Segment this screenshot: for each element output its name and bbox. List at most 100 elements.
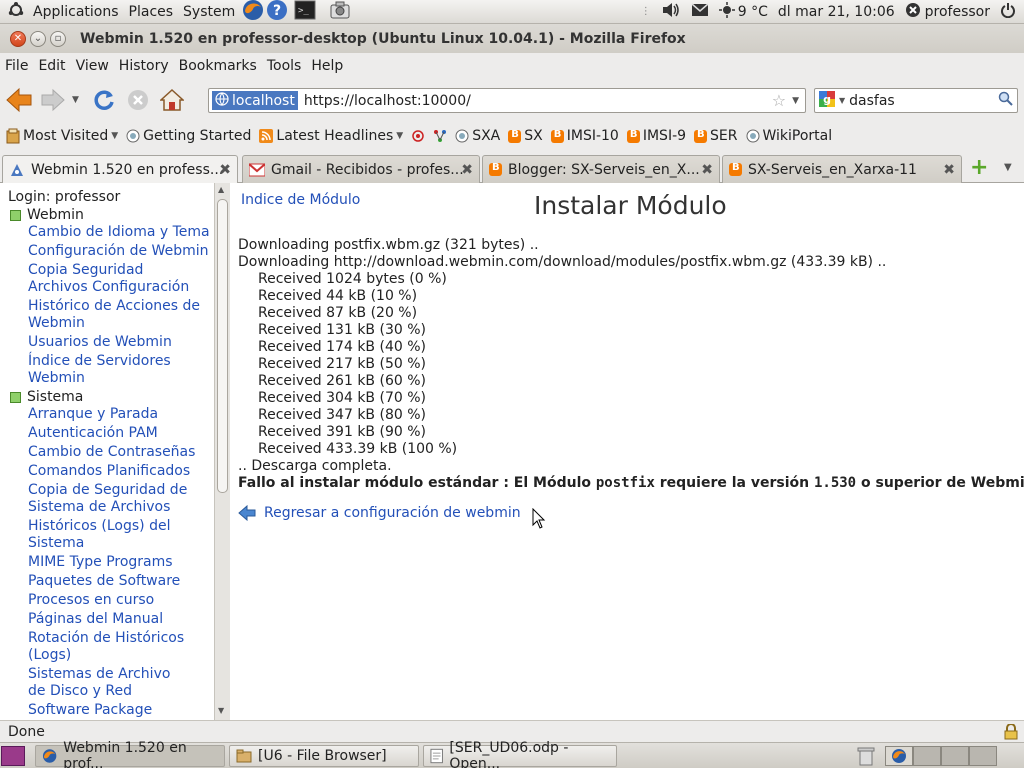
category-toggle-icon[interactable] [10,209,21,221]
bookmark-network-icon[interactable] [433,129,447,143]
bookmark-wikiportal[interactable]: WikiPortal [746,128,832,144]
module-link[interactable]: Rotación de Históricos (Logs) [28,629,188,665]
scroll-up-icon[interactable]: ▲ [218,185,224,194]
clock[interactable]: dl mar 21, 10:06 [778,4,895,20]
module-link[interactable]: Índice de Servidores Webmin [28,352,178,388]
module-link[interactable]: Configuración de Webmin [28,242,214,261]
system-menu[interactable]: System [178,4,240,20]
module-link[interactable]: Arranque y Parada [28,405,214,424]
url-dropdown-icon[interactable]: ▼ [792,96,799,106]
taskbar-item-file-browser[interactable]: [U6 - File Browser] [229,744,419,767]
search-icon[interactable] [998,91,1013,110]
url-text[interactable]: https://localhost:10000/ [304,93,471,109]
taskbar-item-firefox[interactable]: Webmin 1.520 en prof... [35,740,225,768]
menu-tools[interactable]: Tools [262,58,307,74]
workspace-1[interactable] [885,745,913,766]
scroll-down-icon[interactable]: ▼ [218,706,224,715]
tab-close-icon[interactable]: ✖ [943,162,955,178]
stop-button[interactable] [123,85,153,115]
places-menu[interactable]: Places [124,4,179,20]
lock-icon[interactable] [1004,724,1018,740]
module-link[interactable]: Paquetes de Software [28,572,214,591]
window-minimize-button[interactable]: ⌄ [30,30,46,47]
bookmark-star-icon[interactable]: ☆ [772,91,786,110]
bookmark-ser[interactable]: SER [694,128,738,144]
module-link[interactable]: Usuarios de Webmin [28,333,214,352]
module-link[interactable]: Copia de Seguridad de Sistema de Archivo… [28,481,188,517]
bookmark-imsi-10[interactable]: IMSI-10 [550,128,619,144]
workspace-4[interactable] [969,745,997,766]
applications-menu[interactable]: Applications [28,4,124,20]
user-menu[interactable]: professor [905,2,990,22]
module-link[interactable]: Software Package Updates [28,701,214,720]
window-close-button[interactable]: ✕ [10,30,26,47]
menu-bookmarks[interactable]: Bookmarks [174,58,262,74]
category-webmin[interactable]: Webmin [10,207,214,223]
module-link[interactable]: Cambio de Contraseñas [28,443,214,462]
module-link[interactable]: Copia Seguridad Archivos Configuración [28,261,204,297]
window-maximize-button[interactable]: ▫ [50,30,66,47]
tab-webmin[interactable]: Webmin 1.520 en profess... ✖ [2,155,238,184]
tab-close-icon[interactable]: ✖ [219,162,231,178]
bookmark-sx[interactable]: SX [508,128,543,144]
module-link[interactable]: Histórico de Acciones de Webmin [28,297,204,333]
search-engine-dropdown-icon[interactable]: ▼ [839,96,845,105]
menu-help[interactable]: Help [306,58,348,74]
history-dropdown-icon[interactable]: ▼ [72,95,79,105]
bookmark-getting-started[interactable]: Getting Started [126,128,251,144]
menu-file[interactable]: File [0,58,33,74]
help-launcher-icon[interactable]: ? [266,0,288,25]
menu-frame-scrollbar[interactable]: ▲ ▼ [214,183,230,720]
google-search-engine-icon[interactable]: g [819,90,835,111]
tab-gmail[interactable]: Gmail - Recibidos - profes... ✖ [242,155,480,183]
tab-close-icon[interactable]: ✖ [701,162,713,178]
bookmark-sxa[interactable]: SXA [455,128,500,144]
menu-history[interactable]: History [114,58,174,74]
module-link[interactable]: Cambio de Idioma y Tema [28,223,214,242]
module-link[interactable]: Páginas del Manual [28,610,214,629]
module-index-link[interactable]: Indice de Módulo [241,192,360,208]
tab-sx-serveis[interactable]: SX-Serveis_en_Xarxa-11 ✖ [722,155,962,183]
menu-edit[interactable]: Edit [33,58,70,74]
module-link[interactable]: Autenticación PAM [28,424,214,443]
mail-icon[interactable] [691,2,709,21]
menu-view[interactable]: View [71,58,114,74]
new-tab-icon[interactable]: + [970,157,988,179]
module-link[interactable]: Históricos (Logs) del Sistema [28,517,178,553]
weather-indicator[interactable]: 9 °C [718,1,768,22]
module-link[interactable]: Sistemas de Archivo de Disco y Red [28,665,188,701]
home-button[interactable] [157,85,187,115]
forward-button[interactable] [38,85,68,115]
search-input[interactable]: dasfas [849,93,895,109]
bookmark-target-icon[interactable] [411,129,425,143]
module-link[interactable]: Comandos Planificados [28,462,214,481]
screenshot-launcher-icon[interactable] [330,1,350,23]
tab-close-icon[interactable]: ✖ [461,162,473,178]
search-bar[interactable]: g ▼ dasfas [814,88,1018,113]
trash-icon[interactable] [857,746,875,766]
scrollbar-thumb[interactable] [217,199,228,493]
taskbar-item-impress[interactable]: [SER_UD06.odp - Open... [423,740,617,768]
url-bar[interactable]: localhost https://localhost:10000/ ☆ ▼ [208,88,806,113]
tab-list-dropdown-icon[interactable]: ▼ [1004,162,1012,173]
reload-button[interactable] [89,85,119,115]
show-desktop-icon[interactable] [1,745,25,766]
power-icon[interactable] [1000,2,1016,22]
site-identity-button[interactable]: localhost [212,91,298,110]
window-titlebar[interactable]: ✕ ⌄ ▫ Webmin 1.520 en professor-desktop … [0,24,1024,53]
bookmark-imsi-9[interactable]: IMSI-9 [626,128,686,144]
firefox-launcher-icon[interactable] [242,0,264,25]
workspace-2[interactable] [913,745,941,766]
volume-icon[interactable] [661,2,681,22]
workspace-3[interactable] [941,745,969,766]
return-link-row[interactable]: Regresar a configuración de webmin [238,505,521,521]
category-toggle-icon[interactable] [10,391,21,403]
module-link[interactable]: Procesos en curso [28,591,214,610]
workspace-switcher[interactable] [885,745,997,766]
return-to-webmin-config-link[interactable]: Regresar a configuración de webmin [264,505,521,521]
ubuntu-logo-icon[interactable] [8,1,24,22]
bookmark-most-visited[interactable]: Most Visited ▼ [6,128,118,144]
back-button[interactable] [4,85,34,115]
terminal-launcher-icon[interactable]: >_ [294,0,316,24]
category-sistema[interactable]: Sistema [10,389,214,405]
